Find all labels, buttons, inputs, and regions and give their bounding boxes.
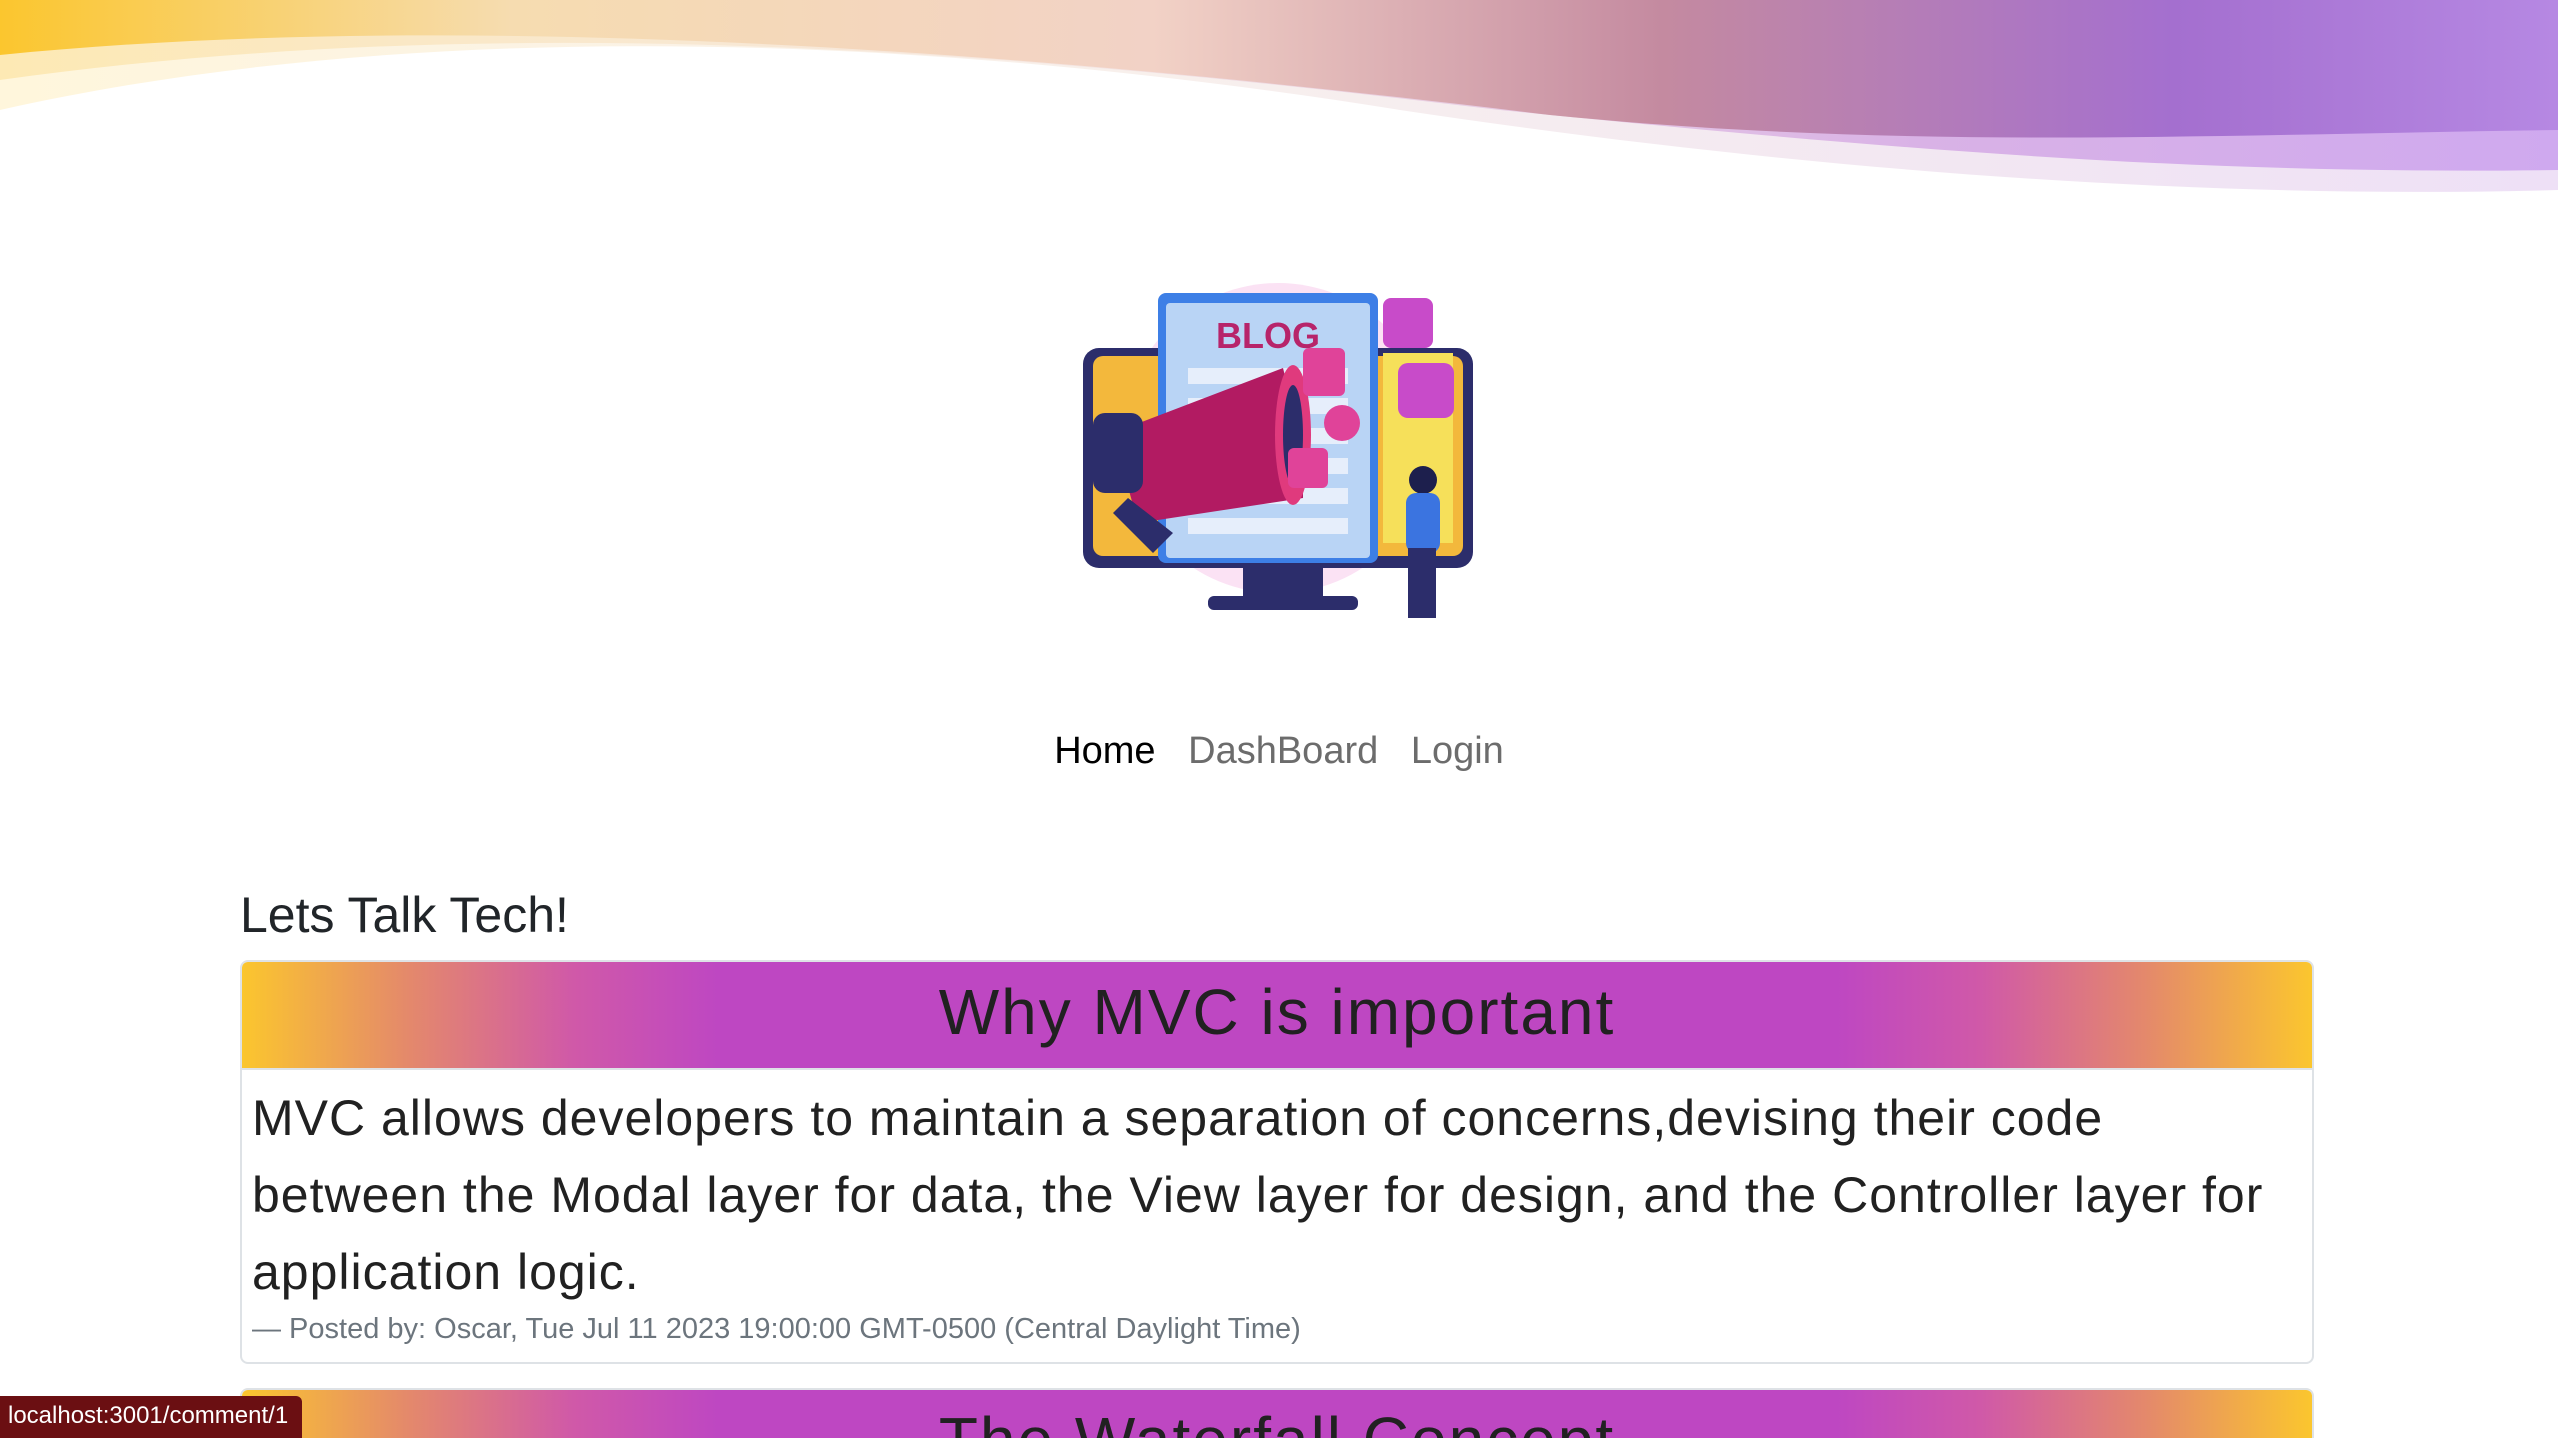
post-meta: — Posted by: Oscar, Tue Jul 11 2023 19:0… [252, 1313, 1301, 1345]
post-body: MVC allows developers to maintain a sepa… [242, 1070, 2312, 1356]
status-bar-url: localhost:3001/comment/1 [0, 1396, 303, 1438]
post-card[interactable]: Why MVC is important MVC allows develope… [240, 960, 2314, 1364]
post-card[interactable]: The Waterfall Concept [240, 1388, 2314, 1438]
blog-logo-illustration: BLOG [1083, 283, 1473, 618]
post-title[interactable]: Why MVC is important [242, 962, 2312, 1070]
page-title: Lets Talk Tech! [240, 887, 569, 943]
wave-banner [0, 0, 2558, 192]
post-content: MVC allows developers to maintain a sepa… [252, 1090, 2264, 1300]
main-nav: Home DashBoard Login [0, 730, 2558, 773]
page: BLOG Home DashBoard Login Lets Talk Tech… [0, 0, 2558, 1438]
nav-login-link[interactable]: Login [1411, 730, 1504, 773]
logo-text: BLOG [1216, 315, 1320, 356]
nav-dashboard-link[interactable]: DashBoard [1188, 730, 1378, 773]
nav-home-link[interactable]: Home [1054, 730, 1155, 773]
post-title[interactable]: The Waterfall Concept [242, 1390, 2312, 1438]
